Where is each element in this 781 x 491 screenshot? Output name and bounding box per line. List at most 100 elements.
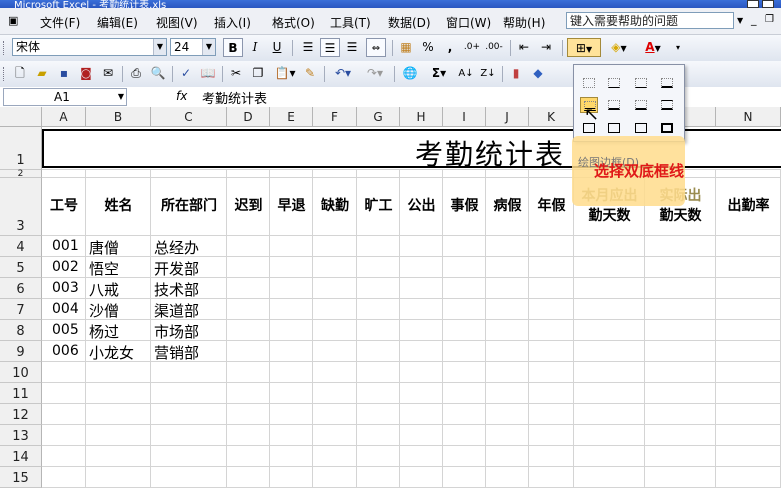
align-right-icon[interactable]: ☰ — [342, 38, 362, 57]
header-cell[interactable]: 公出 — [400, 196, 443, 216]
bold-button[interactable]: B — [223, 38, 243, 57]
name-box[interactable]: A1 ▼ — [3, 88, 127, 106]
header-cell[interactable]: 早退 — [270, 196, 313, 216]
open-folder-icon[interactable]: ▰ — [32, 64, 52, 83]
header-cell[interactable]: 工号 — [42, 196, 86, 216]
header-cell[interactable]: 旷工 — [357, 196, 400, 216]
row-header-7[interactable]: 7 — [0, 299, 42, 320]
menu-data[interactable]: 数据(D) — [388, 14, 431, 31]
row-header-4[interactable]: 4 — [0, 236, 42, 257]
chevron-down-icon[interactable]: ▼ — [202, 39, 215, 55]
border-option-icon[interactable] — [632, 97, 650, 113]
header-cell[interactable]: 勤天数 — [645, 206, 716, 226]
cell-dept[interactable]: 技术部 — [154, 279, 199, 300]
border-option-icon[interactable] — [605, 120, 623, 136]
chevron-down-icon[interactable]: ▼ — [153, 39, 166, 55]
paste-icon[interactable]: 📋▾ — [270, 64, 300, 83]
cell-name[interactable]: 沙僧 — [89, 300, 119, 321]
cell-name[interactable]: 杨过 — [89, 321, 119, 342]
header-cell[interactable]: 迟到 — [227, 196, 270, 216]
align-center-icon[interactable]: ☰ — [320, 38, 340, 57]
column-header-k[interactable]: K — [529, 107, 574, 127]
column-header-h[interactable]: H — [400, 107, 443, 127]
sort-ascending-icon[interactable]: A↓ — [456, 64, 476, 83]
chevron-down-icon[interactable]: ▼ — [737, 16, 743, 25]
increase-indent-icon[interactable]: ⇥ — [536, 38, 556, 57]
column-header-g[interactable]: G — [357, 107, 400, 127]
header-cell[interactable]: 事假 — [443, 196, 486, 216]
column-header-b[interactable]: B — [86, 107, 151, 127]
cell-name[interactable]: 悟空 — [89, 258, 119, 279]
menu-help[interactable]: 帮助(H) — [503, 14, 545, 31]
format-painter-icon[interactable]: ✎ — [300, 64, 320, 83]
print-icon[interactable]: ⎙ — [126, 64, 146, 83]
align-left-icon[interactable]: ☰ — [298, 38, 318, 57]
column-header-f[interactable]: F — [313, 107, 357, 127]
cell-name[interactable]: 唐僧 — [89, 237, 119, 258]
header-cell[interactable]: 勤天数 — [574, 206, 645, 226]
decrease-decimal-icon[interactable]: .00- — [484, 38, 504, 57]
cell-name[interactable]: 八戒 — [89, 279, 119, 300]
minimize-button[interactable] — [747, 0, 759, 8]
cell-id[interactable]: 006 — [52, 343, 79, 359]
research-icon[interactable]: 📖 — [198, 64, 218, 83]
italic-button[interactable]: I — [245, 38, 265, 57]
menu-file[interactable]: 文件(F) — [40, 14, 80, 31]
underline-button[interactable]: U — [267, 38, 287, 57]
restore-icon[interactable]: ❐ — [765, 14, 774, 25]
spelling-icon[interactable]: ✓ — [176, 64, 196, 83]
row-header-8[interactable]: 8 — [0, 320, 42, 341]
column-header-d[interactable]: D — [227, 107, 270, 127]
column-header-c[interactable]: C — [151, 107, 227, 127]
cell-dept[interactable]: 市场部 — [154, 321, 199, 342]
sort-descending-icon[interactable]: Z↓ — [478, 64, 498, 83]
cut-icon[interactable]: ✂ — [226, 64, 246, 83]
border-option-icon[interactable] — [580, 75, 598, 91]
border-option-icon[interactable] — [632, 75, 650, 91]
row-header-12[interactable]: 12 — [0, 404, 42, 425]
cell-id[interactable]: 004 — [52, 301, 79, 317]
chevron-down-icon[interactable]: ▼ — [118, 89, 124, 105]
toolbar-grip[interactable] — [3, 67, 6, 81]
border-option-icon[interactable] — [658, 75, 676, 91]
cell-dept[interactable]: 营销部 — [154, 342, 199, 363]
new-document-icon[interactable]: 🗋 — [10, 64, 30, 83]
column-header-a[interactable]: A — [42, 107, 86, 127]
header-cell[interactable]: 年假 — [529, 196, 574, 216]
menu-window[interactable]: 窗口(W) — [446, 14, 491, 31]
border-option-icon[interactable] — [632, 120, 650, 136]
help-search-input[interactable]: 键入需要帮助的问题 — [566, 12, 734, 29]
font-color-button[interactable]: A▼ — [638, 38, 668, 57]
insert-function-icon[interactable]: fx — [176, 89, 187, 103]
select-all-corner[interactable] — [0, 107, 42, 127]
header-cell[interactable]: 所在部门 — [151, 196, 227, 216]
header-cell[interactable]: 出勤率 — [716, 196, 781, 216]
sheet-title[interactable]: 考勤统计表 — [415, 133, 565, 173]
email-icon[interactable]: ✉ — [98, 64, 118, 83]
toolbar-options-icon[interactable]: ▾ — [672, 38, 684, 57]
border-option-icon[interactable] — [658, 97, 676, 113]
row-header-5[interactable]: 5 — [0, 257, 42, 278]
row-header-6[interactable]: 6 — [0, 278, 42, 299]
minimize-icon[interactable]: _ — [751, 13, 757, 26]
currency-icon[interactable]: ▦ — [396, 38, 416, 57]
cell-dept[interactable]: 开发部 — [154, 258, 199, 279]
cell-id[interactable]: 005 — [52, 322, 79, 338]
column-header-i[interactable]: I — [443, 107, 486, 127]
formula-input[interactable]: 考勤统计表 — [202, 88, 267, 107]
row-header-14[interactable]: 14 — [0, 446, 42, 467]
comma-button[interactable]: , — [440, 38, 460, 57]
percent-button[interactable]: % — [418, 38, 438, 57]
menu-edit[interactable]: 编辑(E) — [97, 14, 138, 31]
font-name-combo[interactable]: 宋体 ▼ — [12, 38, 167, 56]
column-header-e[interactable]: E — [270, 107, 313, 127]
row-header-15[interactable]: 15 — [0, 467, 42, 488]
cell-dept[interactable]: 总经办 — [154, 237, 199, 258]
cell-id[interactable]: 003 — [52, 280, 79, 296]
increase-decimal-icon[interactable]: .0+ — [462, 38, 482, 57]
row-header-1[interactable]: 1 — [0, 127, 42, 170]
menu-format[interactable]: 格式(O) — [272, 14, 315, 31]
hyperlink-icon[interactable]: 🌐 — [400, 64, 420, 83]
row-header-2[interactable]: 2 — [0, 170, 42, 179]
row-header-9[interactable]: 9 — [0, 341, 42, 362]
